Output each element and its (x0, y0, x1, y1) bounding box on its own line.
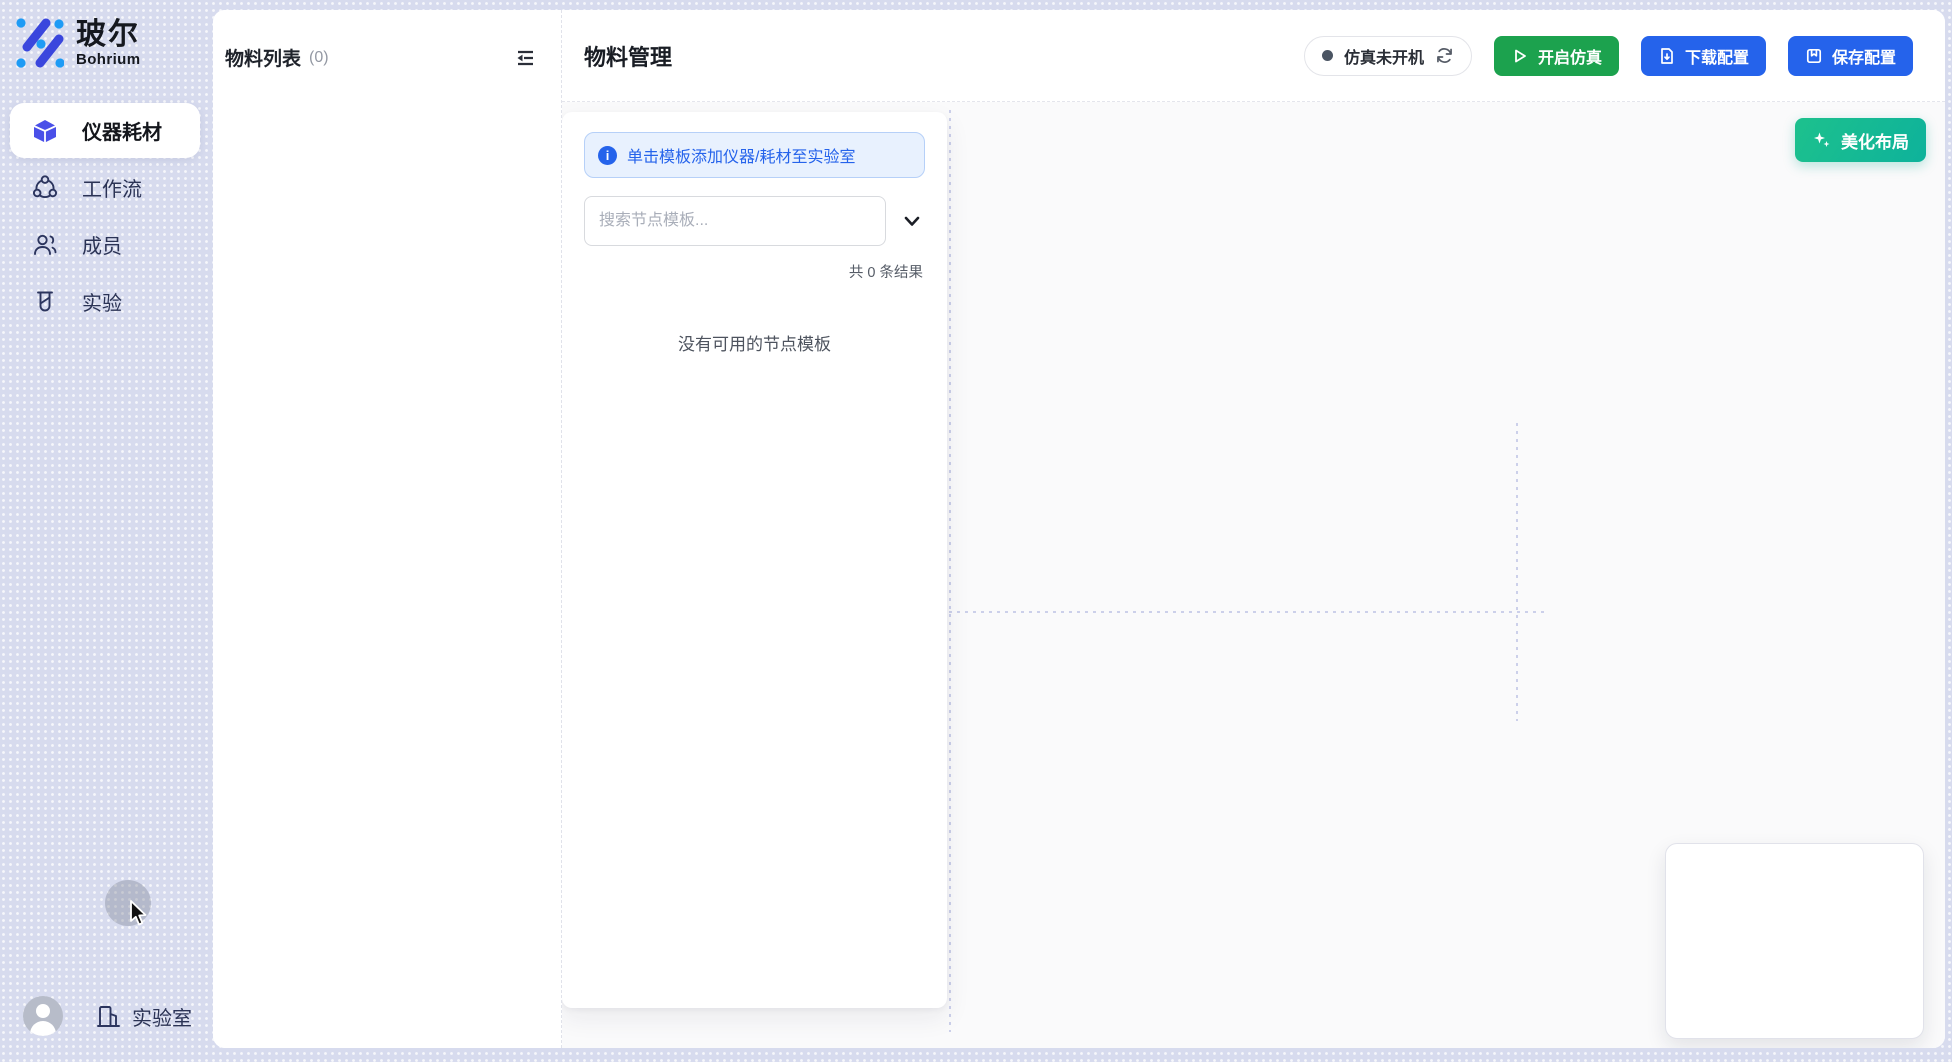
download-config-label: 下载配置 (1685, 44, 1749, 68)
sidebar-item-label: 实验 (82, 287, 122, 316)
brand-name: 玻尔 (76, 19, 140, 51)
save-config-label: 保存配置 (1832, 44, 1896, 68)
workflow-icon (32, 175, 58, 201)
mouse-cursor (126, 898, 152, 928)
start-simulation-label: 开启仿真 (1538, 44, 1602, 68)
expand-filters-button[interactable] (899, 208, 925, 234)
collapse-panel-icon (514, 47, 536, 69)
node-template-panel: i 单击模板添加仪器/耗材至实验室 共 0 条结果 没有可用的节点模板 (562, 112, 947, 1008)
app-root: { "brand": { "name": "玻尔", "subtitle": "… (0, 0, 1952, 1062)
materials-list-header: 物料列表 (0) (225, 44, 537, 71)
canvas-guide-vertical-right (1516, 423, 1518, 721)
collapse-panel-button[interactable] (513, 46, 537, 70)
chevron-down-icon (902, 211, 922, 231)
hint-banner-text: 单击模板添加仪器/耗材至实验室 (627, 143, 855, 167)
lab-canvas[interactable]: i 单击模板添加仪器/耗材至实验室 共 0 条结果 没有可用的节点模板 (562, 102, 1945, 1048)
sidebar-item-workflow[interactable]: 工作流 (10, 160, 200, 215)
building-icon (95, 1003, 122, 1030)
info-icon: i (598, 146, 617, 165)
sidebar-menu: 仪器耗材 工作流 成员 (10, 103, 200, 331)
download-config-button[interactable]: 下载配置 (1641, 36, 1766, 76)
materials-list-panel: 物料列表 (0) (213, 10, 562, 1048)
sidebar-item-instruments[interactable]: 仪器耗材 (10, 103, 200, 158)
logo-icon (16, 16, 64, 70)
sidebar-item-experiment[interactable]: 实验 (10, 274, 200, 329)
minimap-panel[interactable] (1665, 843, 1924, 1039)
brand-subtitle: Bohrium (76, 51, 140, 68)
main-column: 物料管理 仿真未开机 开启仿真 (562, 10, 1945, 1048)
sparkles-icon (1812, 130, 1832, 150)
brand-text: 玻尔 Bohrium (76, 19, 140, 68)
canvas-guide-horizontal (949, 611, 1546, 613)
beautify-layout-label: 美化布局 (1841, 128, 1909, 153)
workspace-label[interactable]: 实验室 (132, 1002, 192, 1031)
simulation-status-label: 仿真未开机 (1344, 44, 1424, 68)
members-icon (32, 232, 58, 258)
empty-templates-text: 没有可用的节点模板 (584, 330, 925, 355)
experiment-icon (32, 289, 58, 315)
brand-logo[interactable]: 玻尔 Bohrium (16, 16, 140, 70)
page-title: 物料管理 (584, 40, 672, 72)
materials-list-count: (0) (309, 49, 329, 67)
simulation-status-pill[interactable]: 仿真未开机 (1304, 36, 1472, 76)
sidebar-item-label: 工作流 (82, 173, 142, 202)
file-download-icon (1658, 47, 1676, 65)
sidebar-item-label: 成员 (82, 230, 122, 259)
user-avatar[interactable] (23, 996, 63, 1036)
main-container: 物料列表 (0) 物料管理 仿真未开机 (213, 10, 1945, 1048)
results-count: 共 0 条结果 (584, 261, 925, 282)
page-header: 物料管理 仿真未开机 开启仿真 (562, 10, 1945, 102)
header-actions: 仿真未开机 开启仿真 (1304, 36, 1913, 76)
start-simulation-button[interactable]: 开启仿真 (1494, 36, 1619, 76)
hint-banner: i 单击模板添加仪器/耗材至实验室 (584, 132, 925, 178)
template-search-row (584, 196, 925, 246)
sidebar-item-label: 仪器耗材 (82, 116, 162, 145)
save-config-button[interactable]: 保存配置 (1788, 36, 1913, 76)
status-dot-icon (1322, 50, 1333, 61)
beautify-layout-button[interactable]: 美化布局 (1795, 118, 1926, 162)
cube-icon (32, 118, 58, 144)
materials-list-title: 物料列表 (225, 44, 301, 71)
workspace-row: 实验室 (23, 996, 192, 1036)
save-icon (1805, 47, 1823, 65)
refresh-icon[interactable] (1435, 46, 1454, 65)
sidebar-item-members[interactable]: 成员 (10, 217, 200, 272)
canvas-guide-vertical-left (949, 110, 951, 1032)
play-icon (1511, 47, 1529, 65)
template-search-input[interactable] (584, 196, 886, 246)
